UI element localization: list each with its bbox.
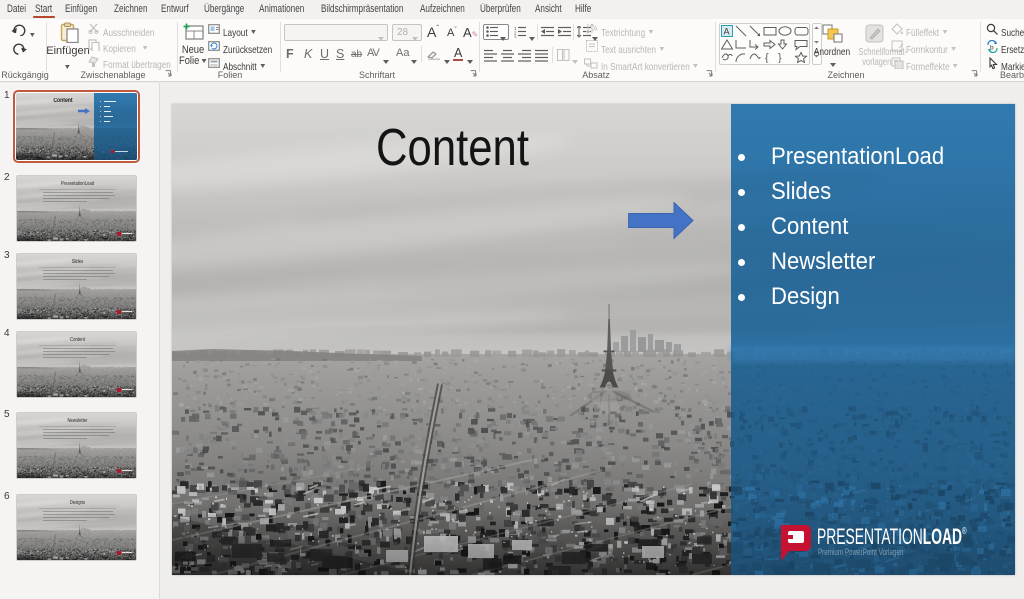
svg-text:A: A xyxy=(724,27,730,37)
svg-text:A: A xyxy=(593,26,598,33)
svg-text:}: } xyxy=(778,52,782,63)
svg-text:{: { xyxy=(765,52,769,63)
svg-text:3: 3 xyxy=(514,35,517,39)
svg-text:b: b xyxy=(990,45,994,52)
